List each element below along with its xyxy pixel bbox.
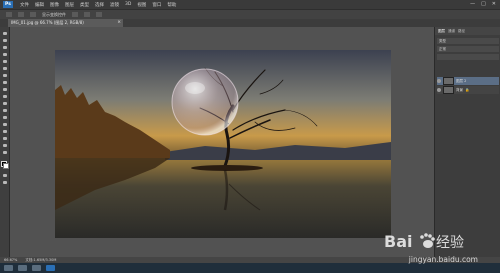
menu-bar: Ps 文件 编辑 图像 图层 类型 选择 滤镜 3D 视图 窗口 帮助 — □ … (0, 0, 500, 9)
lasso-tool-icon[interactable] (1, 45, 8, 50)
auto-select-checkbox[interactable] (18, 12, 24, 17)
layer-thumbnail (443, 77, 454, 85)
layer-name: 图层 2 (456, 78, 467, 83)
taskbar-app-icon[interactable] (18, 265, 27, 271)
screen-mode-icon[interactable] (1, 180, 8, 185)
layer-select-dropdown[interactable] (30, 12, 36, 17)
menu-window[interactable]: 窗口 (152, 2, 161, 8)
show-transform-controls-label[interactable]: 显示变换控件 (42, 12, 66, 18)
align-icon[interactable] (72, 12, 78, 17)
visibility-eye-icon[interactable] (437, 79, 441, 83)
lock-controls[interactable] (437, 54, 499, 60)
layer-kind-filter[interactable]: 类型 (437, 38, 499, 44)
type-tool-icon[interactable] (1, 136, 8, 141)
path-select-tool-icon[interactable] (1, 143, 8, 148)
start-button[interactable] (4, 265, 13, 271)
close-window-button[interactable]: ✕ (492, 1, 496, 7)
quick-mask-icon[interactable] (1, 173, 8, 178)
marquee-tool-icon[interactable] (1, 38, 8, 43)
history-brush-tool-icon[interactable] (1, 94, 8, 99)
menu-3d[interactable]: 3D (125, 2, 131, 7)
document-tab-title: IMG_01.jpg @ 66.7% (图层 2, RGB/8) (11, 20, 84, 25)
layer-row[interactable]: 背景 🔒 (437, 86, 499, 94)
tools-panel (0, 27, 10, 263)
3d-mode-icon[interactable] (96, 12, 102, 17)
document-tab-bar: IMG_01.jpg @ 66.7% (图层 2, RGB/8) × (0, 19, 500, 27)
menu-help[interactable]: 帮助 (167, 2, 176, 8)
photoshop-taskbar-icon[interactable] (46, 265, 55, 271)
menu-view[interactable]: 视图 (137, 2, 146, 8)
shape-tool-icon[interactable] (1, 150, 8, 155)
dodge-tool-icon[interactable] (1, 122, 8, 127)
clone-stamp-tool-icon[interactable] (1, 87, 8, 92)
watermark-logo: Bai 经验 (384, 229, 474, 255)
taskbar-app-icon[interactable] (32, 265, 41, 271)
window-controls: — □ ✕ (470, 1, 496, 7)
baidu-paw-logo: Bai 经验 (384, 232, 464, 251)
watermark-url: jingyan.baidu.com (408, 255, 478, 264)
right-panels: 图层 通道 路径 类型 正常 图层 2 背景 🔒 (434, 27, 500, 263)
crop-tool-icon[interactable] (1, 59, 8, 64)
lock-icon: 🔒 (465, 88, 470, 92)
document-tab[interactable]: IMG_01.jpg @ 66.7% (图层 2, RGB/8) × (8, 19, 123, 27)
tab-paths[interactable]: 路径 (458, 29, 465, 34)
layer-thumbnail (443, 86, 454, 94)
visibility-eye-icon[interactable] (437, 88, 441, 92)
close-tab-icon[interactable]: × (117, 19, 121, 27)
layer-name: 背景 (456, 87, 463, 92)
blur-tool-icon[interactable] (1, 115, 8, 120)
distribute-icon[interactable] (84, 12, 90, 17)
menu-layer[interactable]: 图层 (65, 2, 74, 8)
document-size: 文档:1.65M/3.30M (25, 257, 57, 262)
background-color-swatch[interactable] (3, 163, 9, 169)
layers-panel-tabs: 图层 通道 路径 (435, 27, 500, 35)
menu-image[interactable]: 图像 (50, 2, 59, 8)
svg-text:经验: 经验 (436, 235, 464, 251)
pen-tool-icon[interactable] (1, 129, 8, 134)
healing-brush-tool-icon[interactable] (1, 73, 8, 78)
tab-layers[interactable]: 图层 (438, 29, 445, 34)
tab-channels[interactable]: 通道 (448, 29, 455, 34)
eyedropper-tool-icon[interactable] (1, 66, 8, 71)
move-tool-icon[interactable] (6, 12, 12, 17)
app-logo: Ps (3, 1, 13, 8)
brush-tool-icon[interactable] (1, 80, 8, 85)
move-tool-icon[interactable] (1, 31, 8, 36)
document-image[interactable] (55, 50, 391, 238)
menu-file[interactable]: 文件 (20, 2, 29, 8)
quick-select-tool-icon[interactable] (1, 52, 8, 57)
layer-row[interactable]: 图层 2 (437, 77, 499, 85)
lake-tree-photo (55, 50, 391, 238)
gradient-tool-icon[interactable] (1, 108, 8, 113)
zoom-level[interactable]: 66.67% (4, 258, 17, 262)
menu-filter[interactable]: 滤镜 (110, 2, 119, 8)
menu-type[interactable]: 类型 (80, 2, 89, 8)
eraser-tool-icon[interactable] (1, 101, 8, 106)
minimize-button[interactable]: — (470, 1, 475, 7)
blend-mode-select[interactable]: 正常 (437, 46, 499, 52)
svg-text:Bai: Bai (384, 232, 412, 251)
menu-select[interactable]: 选择 (95, 2, 104, 8)
maximize-button[interactable]: □ (481, 1, 486, 7)
os-taskbar (0, 263, 500, 273)
menu-edit[interactable]: 编辑 (35, 2, 44, 8)
